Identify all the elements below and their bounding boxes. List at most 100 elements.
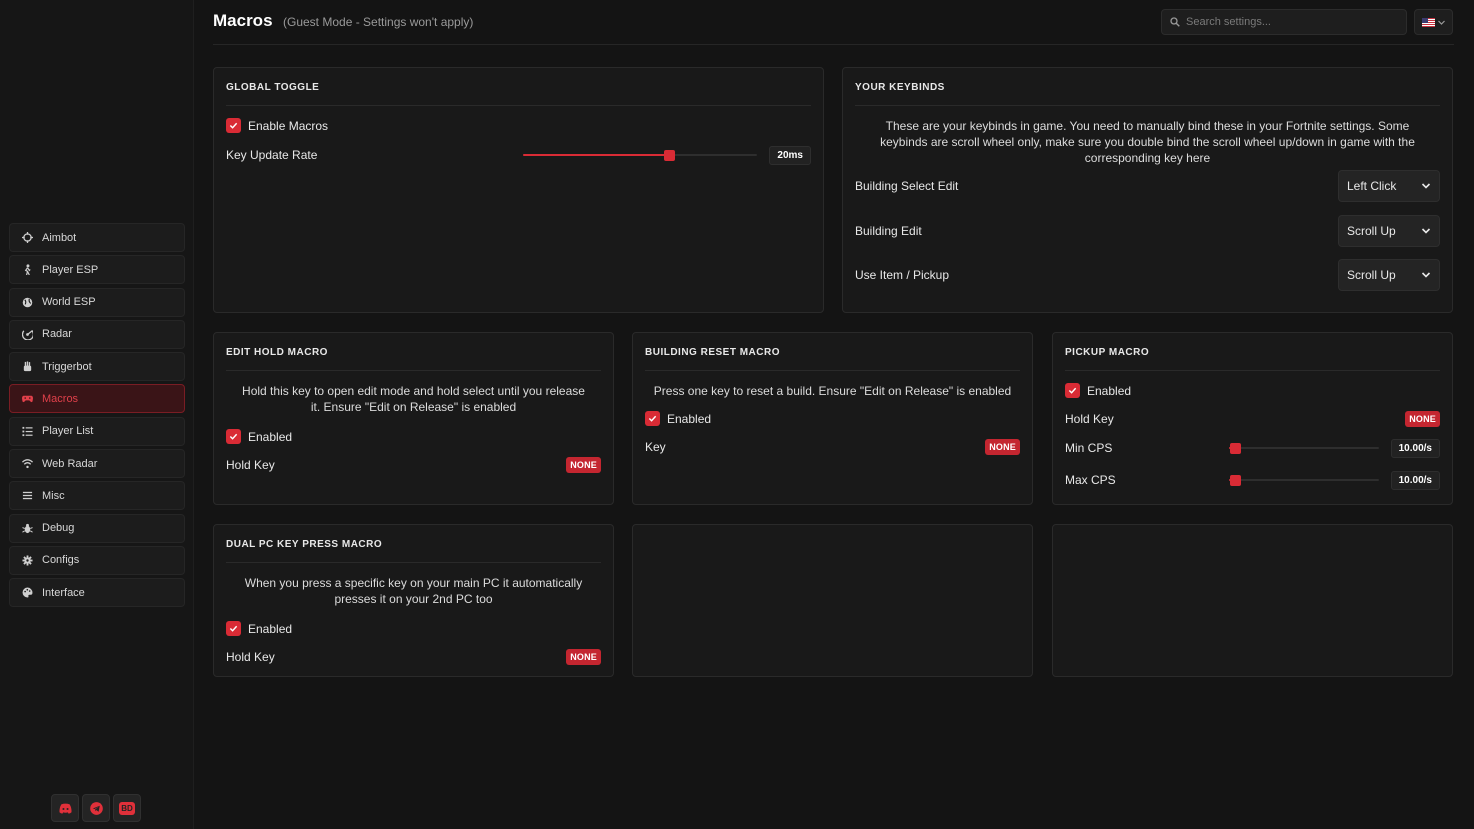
setting-label: Hold Key [226,650,275,664]
app-window: Aimbot Player ESP World ESP Radar Trigge… [0,0,1474,829]
keybind-button[interactable]: NONE [985,439,1020,455]
sidebar-item-radar[interactable]: Radar [9,319,185,349]
checkbox-checked[interactable] [645,411,660,426]
search-icon [1170,17,1186,27]
page-subtitle: (Guest Mode - Settings won't apply) [283,15,474,29]
sidebar-item-aimbot[interactable]: Aimbot [9,223,185,252]
gamepad-icon [21,393,33,405]
sidebar-item-configs[interactable]: Configs [9,545,185,575]
edit-hold-macro-card: EDIT HOLD MACRO Hold this key to open ed… [213,332,614,505]
checkbox-label: Enable Macros [248,118,329,133]
setting-label: Key [645,440,666,454]
card-title: PICKUP MACRO [1065,333,1440,371]
sidebar-item-label: World ESP [42,296,96,309]
sidebar-item-triggerbot[interactable]: Triggerbot [9,352,185,382]
crosshair-icon [21,232,33,244]
keybind-label: Building Select Edit [855,179,959,193]
gear-icon [21,554,33,566]
keybind-select[interactable]: Scroll Up [1338,259,1440,291]
enable-macros-checkbox[interactable]: Enable Macros [226,118,811,133]
chevron-down-icon [1421,270,1431,280]
sidebar-nav: Aimbot Player ESP World ESP Radar Trigge… [9,223,185,611]
sidebar-item-label: Configs [42,554,80,567]
sidebar: Aimbot Player ESP World ESP Radar Trigge… [0,0,194,829]
sidebar-item-debug[interactable]: Debug [9,513,185,543]
hand-icon [21,361,33,373]
bd-label: BD [119,801,135,815]
keybind-select[interactable]: Scroll Up [1338,214,1440,247]
sidebar-item-label: Misc [42,489,65,502]
slider-value[interactable]: 10.00/s [1390,438,1440,458]
setting-label: Hold Key [1065,412,1114,426]
hold-key-row: Hold Key NONE [226,457,601,473]
list-icon [21,425,33,437]
key-update-rate-row: Key Update Rate 20ms [226,145,811,165]
sidebar-item-label: Player List [42,425,94,438]
sidebar-item-player-list[interactable]: Player List [9,416,185,446]
card-title: BUILDING RESET MACRO [645,333,1020,371]
chevron-down-icon [1438,20,1445,25]
search-input[interactable] [1186,16,1396,28]
checkbox-checked[interactable] [1065,383,1080,398]
min-cps-slider[interactable] [1228,443,1379,454]
sidebar-item-misc[interactable]: Misc [9,481,185,511]
slider-value[interactable]: 10.00/s [1390,470,1440,490]
keybind-row: Use Item / Pickup Scroll Up [855,259,1440,291]
key-update-rate-slider[interactable] [523,150,758,161]
pickup-macro-card: PICKUP MACRO Enabled Hold Key NONE Min C… [1052,332,1453,505]
palette-icon [21,587,33,599]
checkbox-checked[interactable] [226,621,241,636]
card-title: GLOBAL TOGGLE [226,68,811,106]
setting-label: Max CPS [1065,473,1116,487]
keybind-button[interactable]: NONE [566,649,601,665]
slider-value[interactable]: 20ms [769,145,811,165]
checkbox-checked[interactable] [226,429,241,444]
checkbox-checked[interactable] [226,118,241,133]
globe-icon [21,296,33,308]
language-selector[interactable] [1414,9,1453,35]
card-description: Hold this key to open edit mode and hold… [242,384,585,414]
dual-pc-enabled-checkbox[interactable]: Enabled [226,621,601,636]
slider-track [1228,479,1379,481]
slider-handle[interactable] [1229,475,1241,486]
sidebar-item-web-radar[interactable]: Web Radar [9,449,185,479]
sidebar-item-world-esp[interactable]: World ESP [9,287,185,317]
keybind-button[interactable]: NONE [1405,411,1440,427]
page-title: Macros [213,11,273,30]
discord-icon [58,802,72,815]
building-reset-enabled-checkbox[interactable]: Enabled [645,411,1020,426]
edit-hold-enabled-checkbox[interactable]: Enabled [226,429,601,444]
search-box[interactable] [1161,9,1407,35]
keybind-select[interactable]: Left Click [1338,170,1440,202]
slider-fill [523,154,669,156]
telegram-button[interactable] [82,794,110,822]
discord-button[interactable] [51,794,79,822]
card-title: DUAL PC KEY PRESS MACRO [226,525,601,563]
min-cps-row: Min CPS 10.00/s [1065,438,1440,458]
us-flag-icon [1422,17,1435,27]
bug-icon [21,522,33,534]
sidebar-item-interface[interactable]: Interface [9,578,185,608]
checkbox-label: Enabled [248,429,293,444]
max-cps-slider[interactable] [1228,475,1379,486]
hold-key-row: Hold Key NONE [1065,411,1440,427]
sidebar-item-label: Macros [42,392,79,405]
person-icon [21,264,33,276]
sidebar-footer: BD [51,794,141,822]
keybind-button[interactable]: NONE [566,457,601,473]
telegram-icon [89,801,103,815]
page-header: Macros (Guest Mode - Settings won't appl… [213,0,1454,45]
keybinds-card: YOUR KEYBINDS These are your keybinds in… [842,67,1453,313]
building-reset-macro-card: BUILDING RESET MACRO Press one key to re… [632,332,1033,505]
slider-handle[interactable] [1229,443,1241,454]
setting-label: Min CPS [1065,441,1113,455]
keybind-label: Use Item / Pickup [855,268,950,282]
sidebar-item-label: Triggerbot [42,360,92,373]
pickup-enabled-checkbox[interactable]: Enabled [1065,383,1440,398]
global-toggle-card: GLOBAL TOGGLE Enable Macros Key Update R… [213,67,824,313]
select-value: Left Click [1347,179,1397,193]
sidebar-item-macros[interactable]: Macros [9,384,185,414]
sidebar-item-player-esp[interactable]: Player ESP [9,255,185,285]
bd-button[interactable]: BD [113,794,141,822]
slider-handle[interactable] [663,150,675,161]
